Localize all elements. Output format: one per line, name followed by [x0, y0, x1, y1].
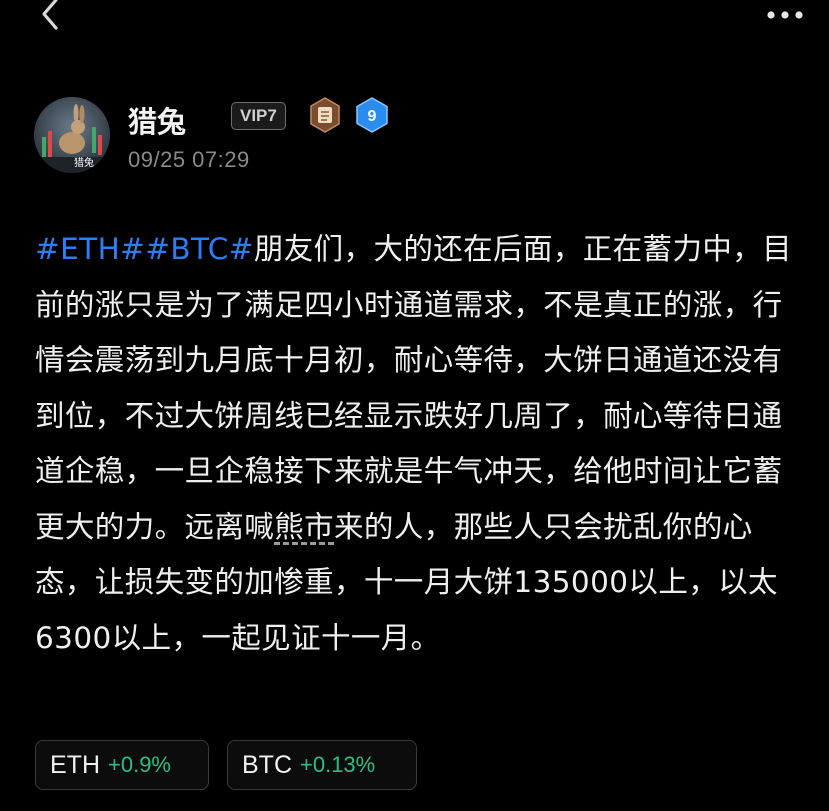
vip-badge: VIP7	[231, 102, 286, 130]
ticker-symbol: ETH	[50, 750, 100, 779]
post-content: #ETH##BTC#朋友们，大的还在后面，正在蓄力中，目前的涨只是为了满足四小时…	[35, 222, 805, 666]
author-name[interactable]: 猎兔	[128, 99, 186, 141]
keyword-link[interactable]: 熊市	[274, 510, 334, 544]
post-text-part-1: 朋友们，大的还在后面，正在蓄力中，目前的涨只是为了满足四小时通道需求，不是真正的…	[35, 232, 793, 544]
hashtag-eth[interactable]: #ETH#	[35, 232, 145, 266]
avatar-image: 猎兔	[34, 97, 110, 173]
ticker-chip-btc[interactable]: BTC +0.13%	[227, 740, 417, 790]
avatar[interactable]: 猎兔	[34, 97, 110, 173]
ticker-chip-eth[interactable]: ETH +0.9%	[35, 740, 209, 790]
top-bar	[0, 0, 829, 40]
scroll-badge-icon	[310, 97, 340, 133]
avatar-caption: 猎兔	[74, 156, 94, 169]
more-options-button[interactable]	[765, 4, 805, 26]
chevron-left-icon	[42, 0, 58, 30]
author-header: 猎兔 猎兔 VIP7 9 09/25 07:29	[34, 97, 794, 177]
ticker-symbol: BTC	[242, 750, 292, 779]
back-button[interactable]	[30, 0, 74, 34]
level-badge: 9	[356, 97, 388, 133]
more-horizontal-icon	[767, 11, 803, 19]
level-value: 9	[368, 108, 377, 125]
post-timestamp: 09/25 07:29	[128, 147, 250, 172]
ticker-change: +0.13%	[300, 752, 376, 777]
ticker-change: +0.9%	[108, 752, 171, 777]
hashtag-btc[interactable]: #BTC#	[145, 232, 254, 266]
